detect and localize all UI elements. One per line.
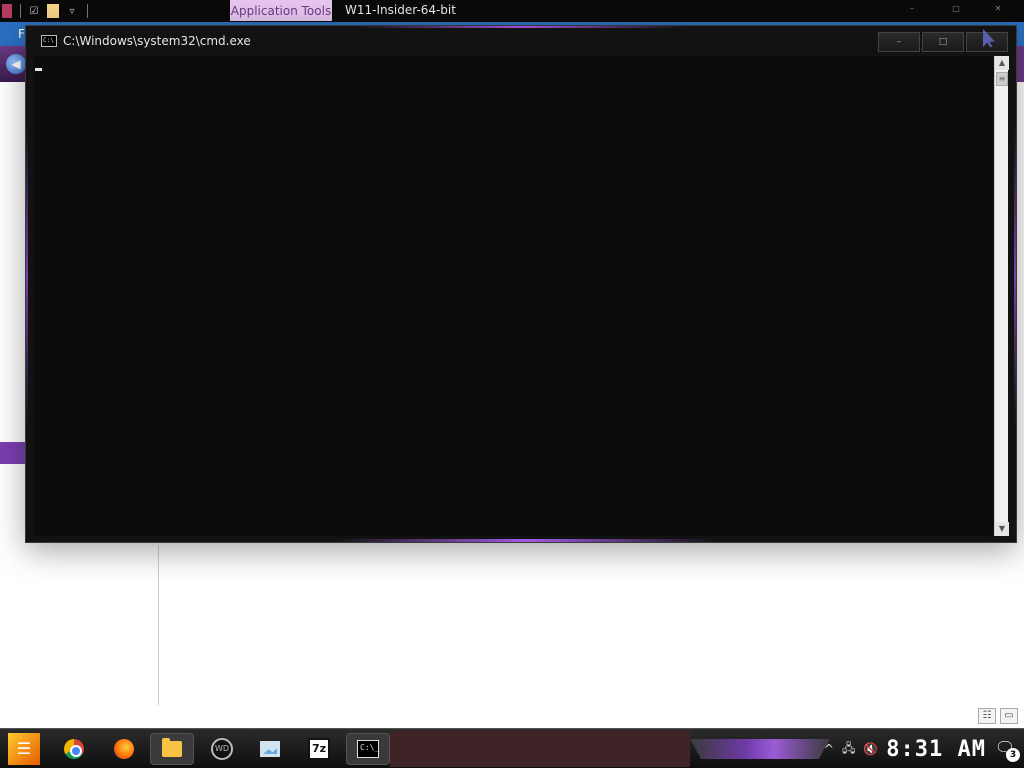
firefox-icon: [114, 739, 134, 759]
network-icon[interactable]: 🖧: [842, 739, 855, 760]
folder-icon: [162, 738, 182, 757]
cmd-titlebar[interactable]: C:\ C:\Windows\system32\cmd.exe: [26, 26, 1016, 56]
explorer-window-title: W11-Insider-64-bit: [345, 3, 456, 17]
volume-muted-icon[interactable]: 🔇: [863, 742, 878, 756]
system-tray: ^ 🖧 🔇 8:31 AM 🗨 3: [824, 729, 1020, 769]
large-icons-icon: ▭: [1004, 710, 1014, 721]
taskbar-image-viewer[interactable]: [248, 733, 292, 765]
explorer-close-button[interactable]: ✕: [976, 4, 1020, 18]
notification-center-button[interactable]: 🗨 3: [994, 738, 1020, 762]
cmd-minimize-button[interactable]: –: [878, 32, 920, 52]
separator: [20, 4, 21, 18]
taskbar-chrome[interactable]: [52, 733, 96, 765]
wd-app-icon: WD: [211, 738, 233, 760]
cmd-icon: C:\_: [357, 740, 379, 758]
taskbar-empty-area: [390, 731, 690, 767]
explorer-app-icon[interactable]: [2, 4, 12, 18]
clock[interactable]: 8:31 AM: [886, 737, 986, 762]
window-glow: [26, 126, 28, 426]
selected-nav-item[interactable]: [0, 442, 28, 464]
file-tab[interactable]: F: [18, 27, 25, 41]
pane-divider[interactable]: [158, 545, 159, 705]
application-tools-tab[interactable]: Application Tools: [230, 0, 332, 21]
back-button[interactable]: ◀: [6, 54, 26, 74]
text-cursor: [35, 68, 42, 71]
taskbar-firefox[interactable]: [102, 733, 146, 765]
taskbar-file-explorer[interactable]: [150, 733, 194, 765]
scroll-thumb[interactable]: ≡: [996, 72, 1008, 86]
taskbar-cmd[interactable]: C:\_: [346, 733, 390, 765]
vertical-scrollbar[interactable]: ▲ ≡ ▼: [994, 56, 1009, 536]
cmd-window-title: C:\Windows\system32\cmd.exe: [63, 34, 251, 48]
explorer-minimize-button[interactable]: –: [890, 4, 934, 18]
cmd-maximize-button[interactable]: □: [922, 32, 964, 52]
chrome-icon: [64, 739, 84, 759]
details-view-button[interactable]: ☷: [978, 708, 996, 724]
arrow-left-icon: ◀: [11, 57, 21, 71]
properties-icon[interactable]: ☑: [27, 4, 41, 18]
taskbar: ☰ WD 7z C:\_ ^ 🖧 🔇 8:31 AM 🗨 3: [0, 728, 1024, 768]
image-viewer-icon: [260, 741, 280, 757]
scroll-up-button[interactable]: ▲: [995, 56, 1009, 70]
address-bar-edge: [1016, 46, 1024, 82]
start-logo-icon: ☰: [16, 739, 32, 758]
new-folder-icon[interactable]: [47, 4, 59, 18]
scroll-down-button[interactable]: ▼: [995, 522, 1009, 536]
explorer-titlebar: ☑ ▿: [0, 0, 1024, 22]
7zip-icon: 7z: [308, 738, 330, 760]
taskbar-decoration: [690, 739, 830, 759]
details-view-icon: ☷: [982, 710, 992, 721]
window-glow: [1014, 126, 1016, 426]
cmd-window[interactable]: C:\ C:\Windows\system32\cmd.exe – □ ✕ ▲ …: [25, 25, 1017, 543]
taskbar-7zip[interactable]: 7z: [297, 733, 341, 765]
taskbar-wd-app[interactable]: WD: [200, 733, 244, 765]
separator: [87, 4, 88, 18]
cmd-window-icon[interactable]: C:\: [41, 35, 57, 47]
notification-badge: 3: [1006, 748, 1020, 762]
explorer-maximize-button[interactable]: □: [934, 4, 978, 18]
chevron-down-icon[interactable]: ▿: [65, 4, 79, 18]
start-button[interactable]: ☰: [8, 733, 40, 765]
console-output-area[interactable]: [33, 56, 993, 536]
chevron-up-icon[interactable]: ^: [824, 742, 834, 756]
large-icons-view-button[interactable]: ▭: [1000, 708, 1018, 724]
